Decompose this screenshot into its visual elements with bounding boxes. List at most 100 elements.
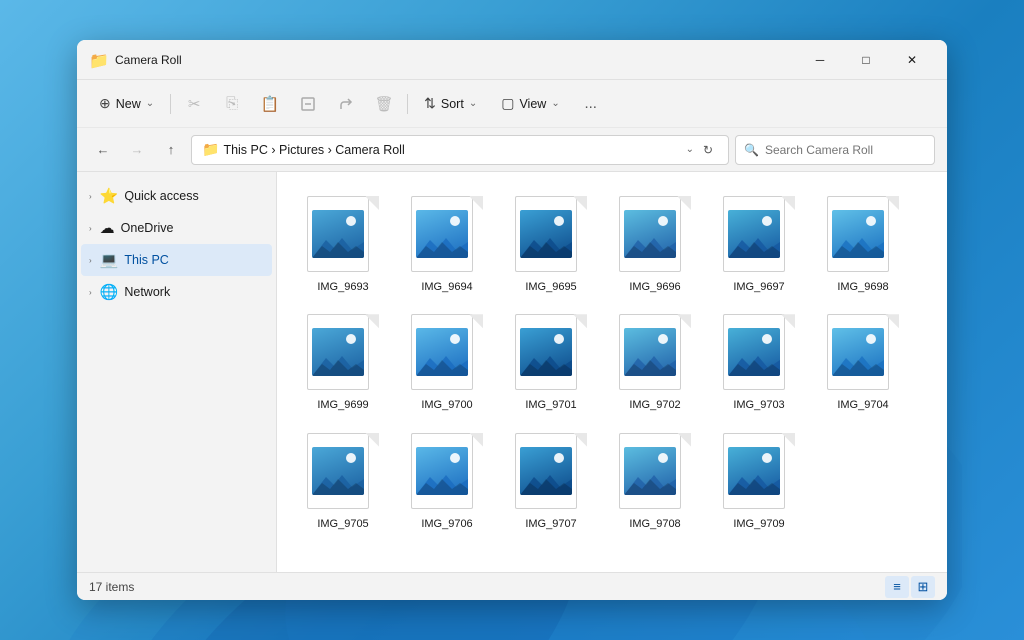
file-name: IMG_9705 bbox=[317, 517, 368, 531]
file-name: IMG_9709 bbox=[733, 517, 784, 531]
file-icon bbox=[723, 314, 795, 394]
file-item[interactable]: IMG_9705 bbox=[293, 425, 393, 539]
address-bar[interactable]: 📁 This PC › Pictures › Camera Roll ⌄ ↻ bbox=[191, 135, 729, 165]
cut-button[interactable]: ✂ bbox=[177, 87, 211, 121]
file-area: IMG_9693 IMG_9694 bbox=[277, 172, 947, 572]
file-item[interactable]: IMG_9693 bbox=[293, 188, 393, 302]
sidebar-item-this-pc[interactable]: › 💻 This PC bbox=[81, 244, 272, 276]
file-name: IMG_9694 bbox=[421, 280, 472, 294]
new-label: New bbox=[116, 97, 141, 111]
title-bar: 📁 Camera Roll ─ □ ✕ bbox=[77, 40, 947, 80]
file-item[interactable]: IMG_9701 bbox=[501, 306, 601, 420]
minimize-button[interactable]: ─ bbox=[797, 44, 843, 76]
view-button[interactable]: ▢ View ⌄ bbox=[491, 87, 570, 121]
file-icon bbox=[411, 433, 483, 513]
search-icon: 🔍 bbox=[744, 143, 759, 157]
file-item[interactable]: IMG_9709 bbox=[709, 425, 809, 539]
file-name: IMG_9707 bbox=[525, 517, 576, 531]
close-button[interactable]: ✕ bbox=[889, 44, 935, 76]
onedrive-icon: ☁ bbox=[100, 219, 115, 237]
path-icon: 📁 bbox=[202, 141, 219, 158]
new-icon: ⊕ bbox=[99, 95, 111, 112]
share-button[interactable] bbox=[329, 87, 363, 121]
file-item[interactable]: IMG_9695 bbox=[501, 188, 601, 302]
more-button[interactable]: ... bbox=[574, 87, 608, 121]
copy-button[interactable]: ⎘ bbox=[215, 87, 249, 121]
back-button[interactable]: ← bbox=[89, 136, 117, 164]
path-text: This PC › Pictures › Camera Roll bbox=[223, 143, 681, 157]
status-view-buttons: ≡ ⊞ bbox=[885, 576, 935, 598]
file-item[interactable]: IMG_9702 bbox=[605, 306, 705, 420]
file-icon bbox=[723, 196, 795, 276]
delete-button[interactable]: 🗑 bbox=[367, 87, 401, 121]
file-item[interactable]: IMG_9698 bbox=[813, 188, 913, 302]
file-icon bbox=[307, 433, 379, 513]
file-item[interactable]: IMG_9706 bbox=[397, 425, 497, 539]
file-icon bbox=[619, 196, 691, 276]
file-name: IMG_9701 bbox=[525, 398, 576, 412]
file-item[interactable]: IMG_9703 bbox=[709, 306, 809, 420]
paste-button[interactable]: 📋 bbox=[253, 87, 287, 121]
network-chevron: › bbox=[89, 288, 92, 297]
view-chevron: ⌄ bbox=[551, 98, 559, 109]
quick-access-icon: ⭐ bbox=[100, 187, 119, 205]
file-item[interactable]: IMG_9696 bbox=[605, 188, 705, 302]
file-name: IMG_9698 bbox=[837, 280, 888, 294]
file-item[interactable]: IMG_9704 bbox=[813, 306, 913, 420]
search-box[interactable]: 🔍 bbox=[735, 135, 935, 165]
forward-button[interactable]: → bbox=[123, 136, 151, 164]
sidebar-item-quick-access[interactable]: › ⭐ Quick access bbox=[81, 180, 272, 212]
list-view-button[interactable]: ≡ bbox=[885, 576, 909, 598]
refresh-button[interactable]: ↻ bbox=[698, 140, 718, 160]
toolbar-sep-2 bbox=[407, 94, 408, 114]
file-item[interactable]: IMG_9708 bbox=[605, 425, 705, 539]
network-label: Network bbox=[124, 285, 264, 299]
file-name: IMG_9699 bbox=[317, 398, 368, 412]
onedrive-label: OneDrive bbox=[121, 221, 264, 235]
item-count: 17 items bbox=[89, 580, 134, 594]
file-name: IMG_9702 bbox=[629, 398, 680, 412]
search-input[interactable] bbox=[765, 143, 926, 157]
view-icon: ▢ bbox=[501, 95, 514, 112]
quick-access-chevron: › bbox=[89, 192, 92, 201]
sort-label: Sort bbox=[441, 97, 464, 111]
sort-icon: ⇅ bbox=[424, 95, 436, 112]
file-item[interactable]: IMG_9694 bbox=[397, 188, 497, 302]
grid-view-button[interactable]: ⊞ bbox=[911, 576, 935, 598]
file-icon bbox=[515, 433, 587, 513]
sidebar-item-network[interactable]: › 🌐 Network bbox=[81, 276, 272, 308]
quick-access-label: Quick access bbox=[124, 189, 264, 203]
window-icon: 📁 bbox=[89, 51, 107, 69]
file-name: IMG_9695 bbox=[525, 280, 576, 294]
up-button[interactable]: ↑ bbox=[157, 136, 185, 164]
view-label: View bbox=[519, 97, 546, 111]
file-icon bbox=[827, 196, 899, 276]
explorer-window: 📁 Camera Roll ─ □ ✕ ⊕ New ⌄ ✂ ⎘ 📋 🗑 ⇅ So… bbox=[77, 40, 947, 600]
sidebar-item-onedrive[interactable]: › ☁ OneDrive bbox=[81, 212, 272, 244]
file-name: IMG_9704 bbox=[837, 398, 888, 412]
path-dropdown-icon[interactable]: ⌄ bbox=[686, 144, 694, 155]
file-item[interactable]: IMG_9697 bbox=[709, 188, 809, 302]
file-name: IMG_9703 bbox=[733, 398, 784, 412]
new-button[interactable]: ⊕ New ⌄ bbox=[89, 87, 164, 121]
file-item[interactable]: IMG_9707 bbox=[501, 425, 601, 539]
file-icon bbox=[307, 196, 379, 276]
file-item[interactable]: IMG_9700 bbox=[397, 306, 497, 420]
maximize-button[interactable]: □ bbox=[843, 44, 889, 76]
sort-button[interactable]: ⇅ Sort ⌄ bbox=[414, 87, 487, 121]
main-content: › ⭐ Quick access › ☁ OneDrive › 💻 This P… bbox=[77, 172, 947, 572]
file-icon bbox=[515, 196, 587, 276]
title-bar-controls: ─ □ ✕ bbox=[797, 44, 935, 76]
this-pc-label: This PC bbox=[124, 253, 264, 267]
file-icon bbox=[619, 433, 691, 513]
network-icon: 🌐 bbox=[100, 283, 119, 301]
file-name: IMG_9706 bbox=[421, 517, 472, 531]
file-item[interactable]: IMG_9699 bbox=[293, 306, 393, 420]
file-name: IMG_9697 bbox=[733, 280, 784, 294]
new-chevron: ⌄ bbox=[146, 98, 154, 109]
this-pc-icon: 💻 bbox=[100, 251, 119, 269]
rename-button[interactable] bbox=[291, 87, 325, 121]
file-icon bbox=[723, 433, 795, 513]
status-bar: 17 items ≡ ⊞ bbox=[77, 572, 947, 600]
file-icon bbox=[619, 314, 691, 394]
